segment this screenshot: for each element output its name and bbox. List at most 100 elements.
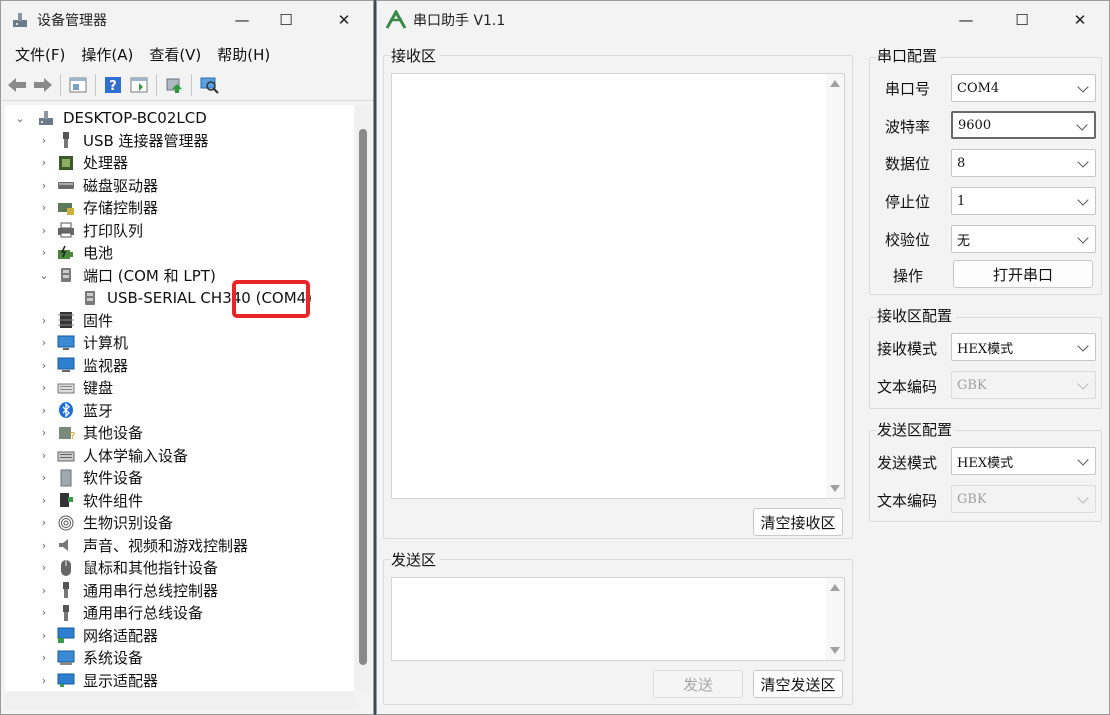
tree-item[interactable]: › 声音、视频和游戏控制器: [37, 534, 248, 556]
chevron-right-icon[interactable]: ›: [37, 449, 51, 462]
properties-icon[interactable]: [67, 74, 89, 96]
chevron-right-icon[interactable]: ›: [37, 561, 51, 574]
tree-item[interactable]: › 打印队列: [37, 219, 143, 241]
send-textarea[interactable]: [391, 577, 845, 661]
chevron-right-icon[interactable]: ›: [37, 201, 51, 214]
chevron-right-icon[interactable]: ›: [37, 314, 51, 327]
tree-item[interactable]: › 生物识别设备: [37, 512, 173, 534]
tree-item[interactable]: › 鼠标和其他指针设备: [37, 557, 218, 579]
close-button[interactable]: ✕: [321, 1, 367, 39]
databits-select[interactable]: 8: [951, 149, 1096, 177]
computer-icon: [37, 109, 55, 127]
send-encoding-select[interactable]: GBK: [951, 485, 1096, 513]
chevron-right-icon[interactable]: ›: [37, 629, 51, 642]
scroll-up-icon[interactable]: [830, 584, 840, 591]
chevron-right-icon[interactable]: ›: [37, 471, 51, 484]
receive-mode-select[interactable]: HEX模式: [951, 333, 1096, 361]
tree-item[interactable]: › 人体学输入设备: [37, 444, 188, 466]
monitor-icon: [57, 356, 75, 374]
device-manager-titlebar[interactable]: 设备管理器 — ☐ ✕: [1, 1, 373, 39]
tree-item[interactable]: ›? 其他设备: [37, 422, 143, 444]
forward-arrow-icon[interactable]: [32, 74, 54, 96]
open-port-button[interactable]: 打开串口: [953, 260, 1093, 288]
show-hidden-icon[interactable]: [128, 74, 150, 96]
tree-item-label: 声音、视频和游戏控制器: [83, 536, 249, 555]
baud-select[interactable]: 9600: [951, 111, 1096, 139]
network-adapter-icon: [57, 626, 75, 644]
tree-item[interactable]: ⌄ 端口 (COM 和 LPT): [37, 264, 215, 286]
update-driver-icon[interactable]: [163, 74, 185, 96]
tree-item[interactable]: › USB 连接器管理器: [37, 129, 209, 151]
chevron-right-icon[interactable]: ›: [37, 224, 51, 237]
help-icon[interactable]: ?: [102, 74, 124, 96]
send-mode-select[interactable]: HEX模式: [951, 447, 1096, 475]
tree-item[interactable]: › 软件设备: [37, 467, 143, 489]
menu-help[interactable]: 帮助(H): [209, 44, 278, 65]
chevron-right-icon[interactable]: ›: [37, 494, 51, 507]
scroll-down-icon[interactable]: [830, 485, 840, 492]
receive-textarea[interactable]: [391, 73, 845, 499]
chevron-right-icon[interactable]: ›: [37, 516, 51, 529]
tree-item[interactable]: › 显示适配器: [37, 669, 158, 691]
chevron-right-icon[interactable]: ›: [37, 246, 51, 259]
tree-item[interactable]: › 电池: [37, 242, 113, 264]
maximize-button[interactable]: ☐: [999, 1, 1045, 39]
tree-item[interactable]: › 键盘: [37, 377, 113, 399]
minimize-button[interactable]: —: [219, 1, 265, 39]
minimize-button[interactable]: —: [943, 1, 989, 39]
chevron-down-icon[interactable]: ⌄: [37, 269, 51, 282]
chevron-right-icon[interactable]: ›: [37, 606, 51, 619]
scrollbar-thumb[interactable]: [359, 129, 367, 665]
chevron-right-icon[interactable]: ›: [37, 539, 51, 552]
receive-scrollbar[interactable]: [826, 74, 844, 498]
chevron-right-icon[interactable]: ›: [37, 134, 51, 147]
send-button[interactable]: 发送: [653, 670, 743, 698]
tree-item[interactable]: › 监视器: [37, 354, 128, 376]
menu-file[interactable]: 文件(F): [7, 44, 73, 65]
chevron-down-icon[interactable]: ⌄: [13, 112, 27, 125]
clear-send-button[interactable]: 清空发送区: [753, 670, 843, 698]
tree-item-label: 处理器: [83, 154, 129, 172]
tree-horizontal-scrollbar[interactable]: [5, 692, 354, 710]
tree-vertical-scrollbar[interactable]: [356, 105, 370, 691]
tree-item[interactable]: › 软件组件: [37, 489, 143, 511]
baud-label: 波特率: [885, 118, 931, 136]
port-select[interactable]: COM4: [951, 74, 1096, 102]
clear-receive-button[interactable]: 清空接收区: [753, 508, 843, 536]
scroll-up-icon[interactable]: [830, 80, 840, 87]
back-arrow-icon[interactable]: [6, 74, 28, 96]
chevron-right-icon[interactable]: ›: [37, 381, 51, 394]
chevron-right-icon[interactable]: ›: [37, 336, 51, 349]
chevron-right-icon[interactable]: ›: [37, 674, 51, 687]
tree-item[interactable]: › 蓝牙: [37, 399, 113, 421]
tree-item[interactable]: › 存储控制器: [37, 197, 158, 219]
chevron-right-icon[interactable]: ›: [37, 404, 51, 417]
chevron-right-icon[interactable]: ›: [37, 179, 51, 192]
tree-item[interactable]: › 通用串行总线控制器: [37, 579, 218, 601]
send-scrollbar[interactable]: [826, 578, 844, 660]
stopbits-select[interactable]: 1: [951, 187, 1096, 215]
tree-item[interactable]: › 磁盘驱动器: [37, 174, 158, 196]
maximize-button[interactable]: ☐: [263, 1, 309, 39]
tree-item[interactable]: › 计算机: [37, 332, 128, 354]
tree-item[interactable]: › 处理器: [37, 152, 128, 174]
device-tree[interactable]: ⌄ DESKTOP-BC02LCD › USB 连接器管理器 › 处理器 › 磁盘驱动器 ›…: [5, 105, 354, 691]
menu-view[interactable]: 查看(V): [141, 44, 209, 65]
tree-item[interactable]: › 固件: [37, 309, 113, 331]
close-button[interactable]: ✕: [1057, 1, 1103, 39]
tree-root[interactable]: ⌄ DESKTOP-BC02LCD: [13, 107, 206, 129]
scroll-down-icon[interactable]: [830, 647, 840, 654]
tree-item[interactable]: › 通用串行总线设备: [37, 602, 203, 624]
chevron-right-icon[interactable]: ›: [37, 156, 51, 169]
receive-encoding-select[interactable]: GBK: [951, 371, 1096, 399]
scan-hardware-icon[interactable]: [198, 74, 220, 96]
parity-select[interactable]: 无: [951, 225, 1096, 253]
chevron-right-icon[interactable]: ›: [37, 426, 51, 439]
serial-assistant-titlebar[interactable]: 串口助手 V1.1 — ☐ ✕: [377, 1, 1109, 39]
chevron-right-icon[interactable]: ›: [37, 584, 51, 597]
tree-item[interactable]: › 网络适配器: [37, 624, 158, 646]
menu-action[interactable]: 操作(A): [73, 44, 141, 65]
chevron-right-icon[interactable]: ›: [37, 359, 51, 372]
tree-item[interactable]: › 系统设备: [37, 647, 143, 669]
chevron-right-icon[interactable]: ›: [37, 651, 51, 664]
